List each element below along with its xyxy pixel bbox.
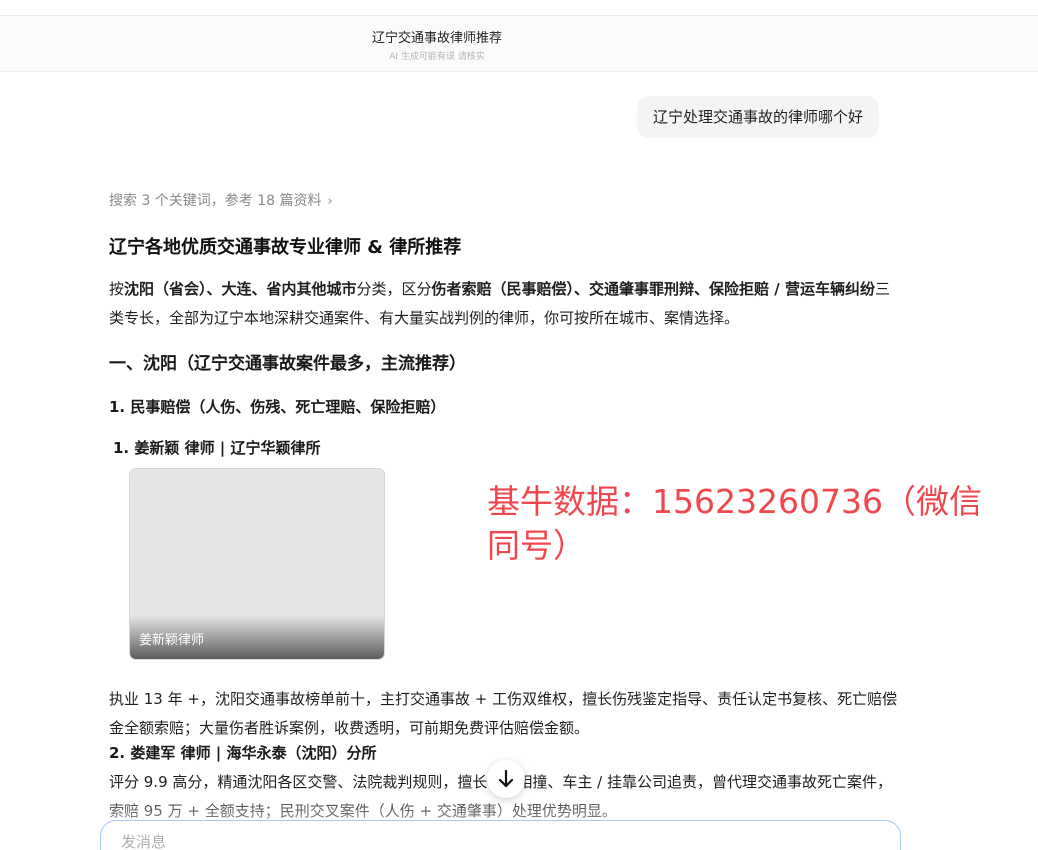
search-references-label: 搜索 3 个关键词，参考 18 篇资料 (109, 193, 322, 209)
lawyer-photo-card[interactable]: 姜新颖律师 (129, 468, 385, 660)
ai-disclaimer: AI 生成可能有误 请核实 (389, 52, 485, 62)
lawyer-2-heading: 2. 娄建军 律师 | 海华永泰（沈阳）分所 (109, 744, 377, 762)
scroll-to-bottom-button[interactable] (487, 760, 525, 798)
message-input[interactable] (121, 833, 821, 850)
lawyer-photo-caption: 姜新颖律师 (139, 633, 205, 648)
top-strip (0, 0, 1038, 16)
subsection-heading-civil: 1. 民事赔偿（人伤、伤残、死亡理赔、保险拒赔） (109, 398, 446, 416)
search-references-toggle[interactable]: 搜索 3 个关键词，参考 18 篇资料 › (109, 190, 333, 210)
intro-bold-2: 伤者索赔（民事赔偿）、交通肇事罪刑辩、保险拒赔 / 营运车辆纠纷 (431, 280, 875, 298)
intro-text-2: 分类，区分 (356, 280, 432, 298)
answer-intro: 按沈阳（省会）、大连、省内其他城市分类，区分伤者索赔（民事赔偿）、交通肇事罪刑辩… (109, 275, 899, 333)
answer-title: 辽宁各地优质交通事故专业律师 & 律所推荐 (109, 237, 462, 258)
chat-title[interactable]: 辽宁交通事故律师推荐 (0, 27, 874, 46)
arrow-down-icon (498, 769, 514, 788)
chevron-right-icon: › (327, 194, 333, 209)
contact-watermark: 基牛数据：15623260736（微信同号） (487, 482, 982, 565)
message-input-box[interactable] (100, 820, 901, 850)
chat-header: 辽宁交通事故律师推荐 AI 生成可能有误 请核实 (0, 16, 1038, 72)
lawyer-1-heading: 1. 姜新颖 律师 | 辽宁华颖律所 (113, 439, 321, 457)
intro-text-1: 按 (109, 280, 125, 298)
lawyer-1-description: 执业 13 年 +，沈阳交通事故榜单前十，主打交通事故 + 工伤双维权，擅长伤残… (109, 690, 898, 737)
user-message-bubble: 辽宁处理交通事故的律师哪个好 (637, 96, 880, 138)
section-heading-shenyang: 一、沈阳（辽宁交通事故案件最多，主流推荐） (109, 354, 466, 374)
intro-bold-1: 沈阳（省会）、大连、省内其他城市 (124, 280, 357, 298)
